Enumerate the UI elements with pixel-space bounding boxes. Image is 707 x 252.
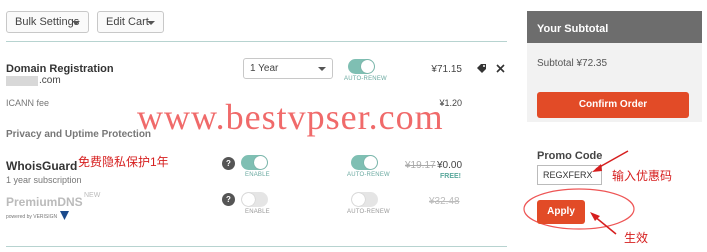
close-icon[interactable] (496, 64, 505, 73)
edit-cart-dropdown[interactable]: Edit Cart (97, 11, 164, 33)
premiumdns-price: ¥32.48 (429, 196, 460, 207)
premiumdns-auto-renew-toggle[interactable] (351, 192, 378, 207)
bulk-settings-label: Bulk Settings (15, 16, 80, 28)
verisign-label: powered by VERISIGN (6, 214, 58, 220)
whoisguard-enable-toggle[interactable] (241, 155, 268, 170)
whoisguard-price: ¥0.00 (437, 160, 463, 171)
annotation-free-privacy: 免费隐私保护1年 (78, 155, 169, 169)
toggle-knob (364, 156, 377, 169)
auto-renew-label: AUTO-RENEW (347, 172, 390, 178)
annotation-enter-coupon: 输入优惠码 (612, 169, 673, 183)
toggle-knob (254, 156, 267, 169)
icann-fee-label: ICANN fee (6, 98, 50, 108)
subtotal-header: Your Subtotal (527, 11, 702, 43)
auto-renew-label: AUTO-RENEW (344, 76, 387, 82)
help-icon[interactable]: ? (222, 157, 235, 170)
chevron-down-icon (147, 21, 155, 25)
subtotal-value: Subtotal ¥72.35 (537, 58, 608, 69)
toggle-knob (361, 60, 374, 73)
free-badge: FREE! (440, 173, 461, 180)
period-value: 1 Year (250, 63, 279, 74)
tag-icon[interactable] (476, 63, 487, 74)
domain-tld: .com (39, 75, 61, 86)
verisign-check-icon (60, 211, 69, 220)
whoisguard-auto-renew-toggle[interactable] (351, 155, 378, 170)
whoisguard-old-price: ¥19.17 (405, 160, 436, 171)
annotation-effect: 生效 (624, 231, 649, 245)
whoisguard-subscription: 1 year subscription (6, 175, 82, 185)
divider (6, 41, 507, 42)
watermark-text: www.bestvpser.com (137, 97, 444, 137)
domain-price: ¥71.15 (431, 64, 462, 75)
premiumdns-title: PremiumDNS (6, 195, 83, 209)
edit-cart-label: Edit Cart (106, 16, 149, 28)
chevron-down-icon (318, 67, 326, 71)
toggle-knob (352, 193, 365, 206)
domain-auto-renew-toggle[interactable] (348, 59, 375, 74)
whoisguard-title: WhoisGuard (6, 159, 78, 173)
premiumdns-title-text: PremiumDNS (6, 195, 83, 209)
enable-label: ENABLE (245, 209, 270, 215)
domain-name-redacted (6, 76, 38, 86)
annotation-arrow-icon (590, 212, 617, 235)
period-select[interactable]: 1 Year (243, 58, 333, 79)
subtotal-heading: Your Subtotal (537, 23, 609, 35)
confirm-order-button[interactable]: Confirm Order (537, 92, 689, 118)
privacy-section-title: Privacy and Uptime Protection (6, 129, 152, 140)
new-badge: NEW (84, 192, 101, 199)
apply-button[interactable]: Apply (537, 200, 585, 224)
toggle-knob (242, 193, 255, 206)
chevron-down-icon (72, 21, 80, 25)
domain-registration-title: Domain Registration (6, 63, 114, 75)
divider (6, 246, 507, 247)
auto-renew-label: AUTO-RENEW (347, 209, 390, 215)
enable-label: ENABLE (245, 172, 270, 178)
bulk-settings-dropdown[interactable]: Bulk Settings (6, 11, 89, 33)
premiumdns-enable-toggle[interactable] (241, 192, 268, 207)
help-icon[interactable]: ? (222, 193, 235, 206)
